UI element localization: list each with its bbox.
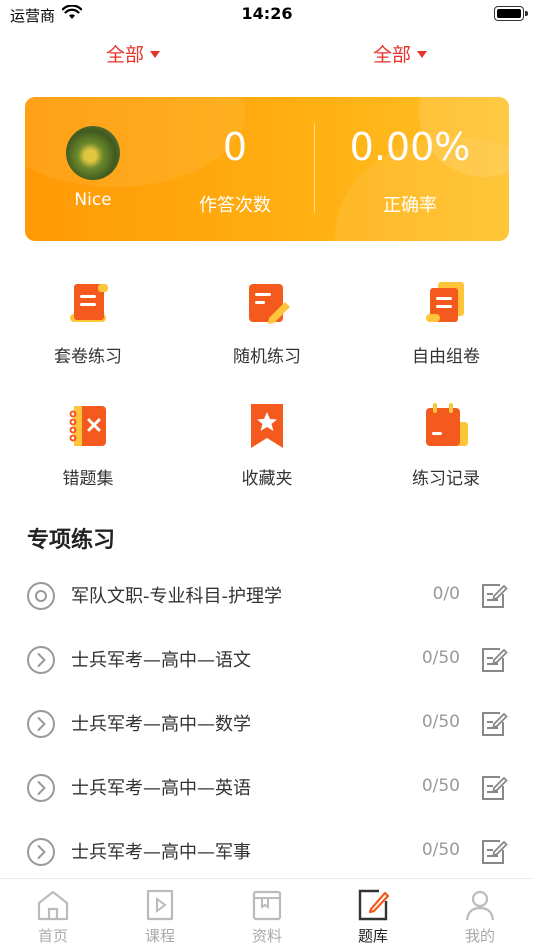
tab-profile[interactable]: 我的	[430, 887, 530, 946]
grid-item-label: 套卷练习	[54, 347, 122, 367]
home-icon	[37, 890, 69, 921]
tab-question-bank[interactable]: 题库	[323, 887, 423, 946]
tab-label: 题库	[357, 927, 388, 945]
category-filter-dropdown[interactable]: 全部	[106, 40, 161, 67]
nickname: Nice	[74, 190, 112, 210]
tab-home[interactable]: 首页	[3, 887, 103, 946]
stats-card: Nice 0 作答次数 0.00% 正确率	[25, 97, 509, 241]
chevron-right-icon[interactable]	[26, 773, 56, 803]
grid-item-label: 收藏夹	[241, 469, 293, 489]
notebook-x-icon	[69, 406, 106, 446]
topic-progress: 0/50	[421, 648, 460, 668]
topic-row[interactable]: 士兵军考—高中—英语 0/50	[0, 755, 534, 819]
grid-item-label: 错题集	[62, 469, 114, 489]
topic-row[interactable]: 士兵军考—高中—语文 0/50	[0, 627, 534, 691]
tab-label: 资料	[251, 927, 282, 945]
edit-practice-icon[interactable]	[480, 838, 508, 866]
grid-item-practice-records[interactable]: 练习记录	[366, 400, 526, 489]
chevron-right-icon[interactable]	[26, 645, 56, 675]
grid-item-paper-practice[interactable]: 套卷练习	[8, 278, 168, 367]
chevron-right-icon[interactable]	[26, 837, 56, 867]
answer-count-value: 0	[222, 125, 248, 169]
grid-item-custom-paper[interactable]: 自由组卷	[366, 278, 526, 367]
calendar-record-icon	[426, 403, 468, 446]
accuracy-label: 正确率	[383, 195, 437, 216]
grid-item-label: 练习记录	[412, 469, 480, 489]
chevron-right-icon[interactable]	[26, 709, 56, 739]
topic-row[interactable]: 士兵军考—高中—数学 0/50	[0, 691, 534, 755]
clock: 14:26	[241, 4, 293, 23]
topic-title: 军队文职-专业科目-护理学	[71, 586, 282, 607]
category-filter-label: 全部	[106, 44, 145, 66]
scroll-doc-icon	[70, 284, 108, 322]
caret-down-icon	[150, 51, 161, 58]
subject-filter-label: 全部	[373, 44, 412, 66]
stacked-doc-icon	[426, 282, 464, 322]
topic-title: 士兵军考—高中—数学	[71, 714, 251, 735]
tab-label: 我的	[464, 927, 495, 945]
topic-progress: 0/50	[421, 776, 460, 796]
tab-courses[interactable]: 课程	[110, 887, 210, 946]
tab-label: 首页	[37, 927, 68, 945]
topic-row[interactable]: 士兵军考—高中—军事 0/50	[0, 819, 534, 883]
section-title: 专项练习	[27, 528, 116, 553]
grid-item-random-practice[interactable]: 随机练习	[187, 278, 347, 367]
grid-item-label: 自由组卷	[412, 347, 480, 367]
edit-practice-icon[interactable]	[480, 582, 508, 610]
divider	[314, 123, 315, 213]
doc-pencil-icon	[249, 284, 290, 324]
filter-bar: 全部 全部	[0, 40, 534, 70]
profile-icon	[465, 890, 495, 921]
topic-title: 士兵军考—高中—语文	[71, 650, 251, 671]
course-play-icon	[146, 889, 174, 921]
caret-down-icon	[417, 51, 428, 58]
question-bank-icon	[358, 889, 390, 921]
battery-icon	[494, 6, 528, 21]
tab-materials[interactable]: 资料	[217, 887, 317, 946]
tab-label: 课程	[144, 927, 175, 945]
topic-progress: 0/50	[421, 840, 460, 860]
grid-item-favorites[interactable]: 收藏夹	[187, 400, 347, 489]
topic-title: 士兵军考—高中—军事	[71, 842, 251, 863]
answer-count-label: 作答次数	[199, 195, 271, 216]
topic-row[interactable]: 军队文职-专业科目-护理学 0/0	[0, 563, 534, 627]
bottom-tab-bar: 首页 课程 资料 题库 我的	[0, 878, 534, 950]
grid-item-wrong-questions[interactable]: 错题集	[8, 400, 168, 489]
avatar[interactable]	[66, 126, 120, 180]
radio-dot-icon	[27, 582, 55, 610]
materials-icon	[252, 890, 282, 921]
topic-progress: 0/0	[432, 584, 460, 604]
topic-title: 士兵军考—高中—英语	[71, 778, 251, 799]
topic-progress: 0/50	[421, 712, 460, 732]
subject-filter-dropdown[interactable]: 全部	[373, 40, 428, 67]
edit-practice-icon[interactable]	[480, 774, 508, 802]
grid-item-label: 随机练习	[233, 347, 301, 367]
status-bar: 运营商 14:26	[0, 0, 534, 30]
bookmark-star-icon	[251, 404, 283, 448]
edit-practice-icon[interactable]	[480, 646, 508, 674]
accuracy-value: 0.00%	[349, 125, 471, 169]
edit-practice-icon[interactable]	[480, 710, 508, 738]
